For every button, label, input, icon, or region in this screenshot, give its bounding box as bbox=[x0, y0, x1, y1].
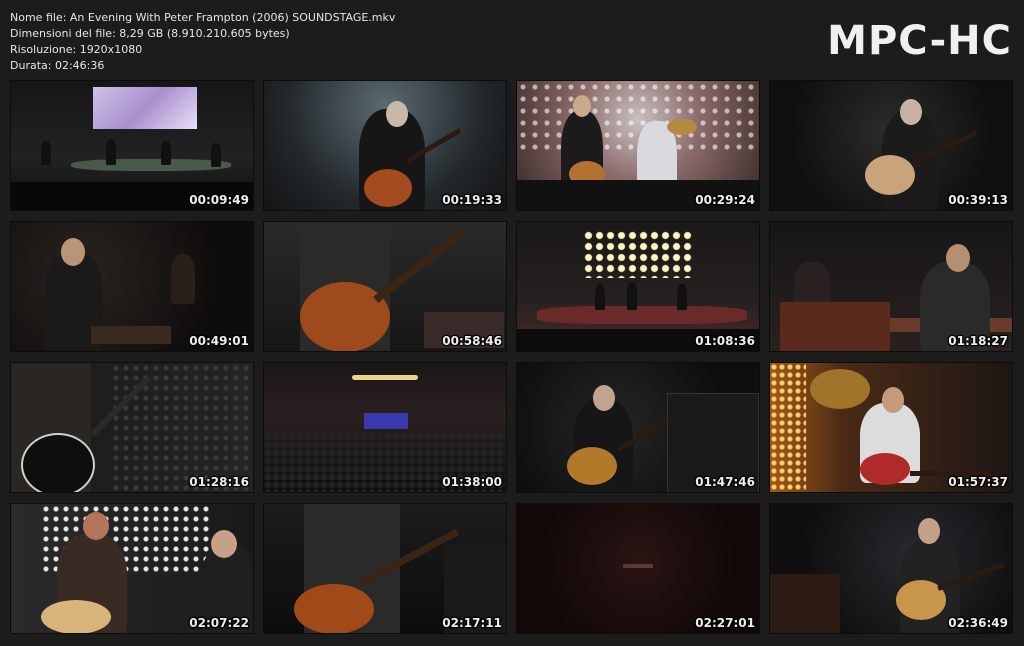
thumbnail-11[interactable]: 01:47:46 bbox=[516, 362, 760, 493]
thumbnail-time: 02:17:11 bbox=[442, 616, 502, 630]
thumbnail-time: 01:08:36 bbox=[695, 334, 755, 348]
mpc-hc-logo: MPC-HC bbox=[827, 18, 1012, 64]
thumbnail-time: 01:47:46 bbox=[695, 475, 755, 489]
thumbnail-time: 00:49:01 bbox=[189, 334, 249, 348]
thumbnail-6[interactable]: 00:58:46 bbox=[263, 221, 507, 352]
thumbnail-15[interactable]: 02:27:01 bbox=[516, 503, 760, 634]
thumbnail-4[interactable]: 00:39:13 bbox=[769, 80, 1013, 211]
file-name: Nome file: An Evening With Peter Frampto… bbox=[10, 11, 396, 24]
thumbnail-time: 00:58:46 bbox=[442, 334, 502, 348]
thumbnail-time: 02:07:22 bbox=[189, 616, 249, 630]
thumbnail-time: 00:29:24 bbox=[695, 193, 755, 207]
file-size: Dimensioni del file: 8,29 GB (8.910.210.… bbox=[10, 27, 290, 40]
thumbnail-time: 00:39:13 bbox=[948, 193, 1008, 207]
thumbnail-9[interactable]: 01:28:16 bbox=[10, 362, 254, 493]
thumbnail-7[interactable]: 01:08:36 bbox=[516, 221, 760, 352]
thumbnail-time: 02:27:01 bbox=[695, 616, 755, 630]
thumbnail-time: 02:36:49 bbox=[948, 616, 1008, 630]
thumbnail-time: 01:57:37 bbox=[948, 475, 1008, 489]
thumbnail-time: 00:19:33 bbox=[442, 193, 502, 207]
thumbnail-time: 01:18:27 bbox=[948, 334, 1008, 348]
thumbnail-5[interactable]: 00:49:01 bbox=[10, 221, 254, 352]
thumbnail-13[interactable]: 02:07:22 bbox=[10, 503, 254, 634]
thumbnail-12[interactable]: 01:57:37 bbox=[769, 362, 1013, 493]
thumbnail-14[interactable]: 02:17:11 bbox=[263, 503, 507, 634]
thumbnail-time: 01:28:16 bbox=[189, 475, 249, 489]
thumbnail-1[interactable]: 00:09:49 bbox=[10, 80, 254, 211]
thumbnail-3[interactable]: 00:29:24 bbox=[516, 80, 760, 211]
thumbnail-time: 01:38:00 bbox=[442, 475, 502, 489]
file-duration: Durata: 02:46:36 bbox=[10, 59, 105, 72]
file-info: Nome file: An Evening With Peter Frampto… bbox=[10, 10, 395, 74]
thumbnail-16[interactable]: 02:36:49 bbox=[769, 503, 1013, 634]
thumbnail-10[interactable]: 01:38:00 bbox=[263, 362, 507, 493]
thumbnail-time: 00:09:49 bbox=[189, 193, 249, 207]
file-resolution: Risoluzione: 1920x1080 bbox=[10, 43, 143, 56]
thumbnail-8[interactable]: 01:18:27 bbox=[769, 221, 1013, 352]
thumbnail-2[interactable]: 00:19:33 bbox=[263, 80, 507, 211]
